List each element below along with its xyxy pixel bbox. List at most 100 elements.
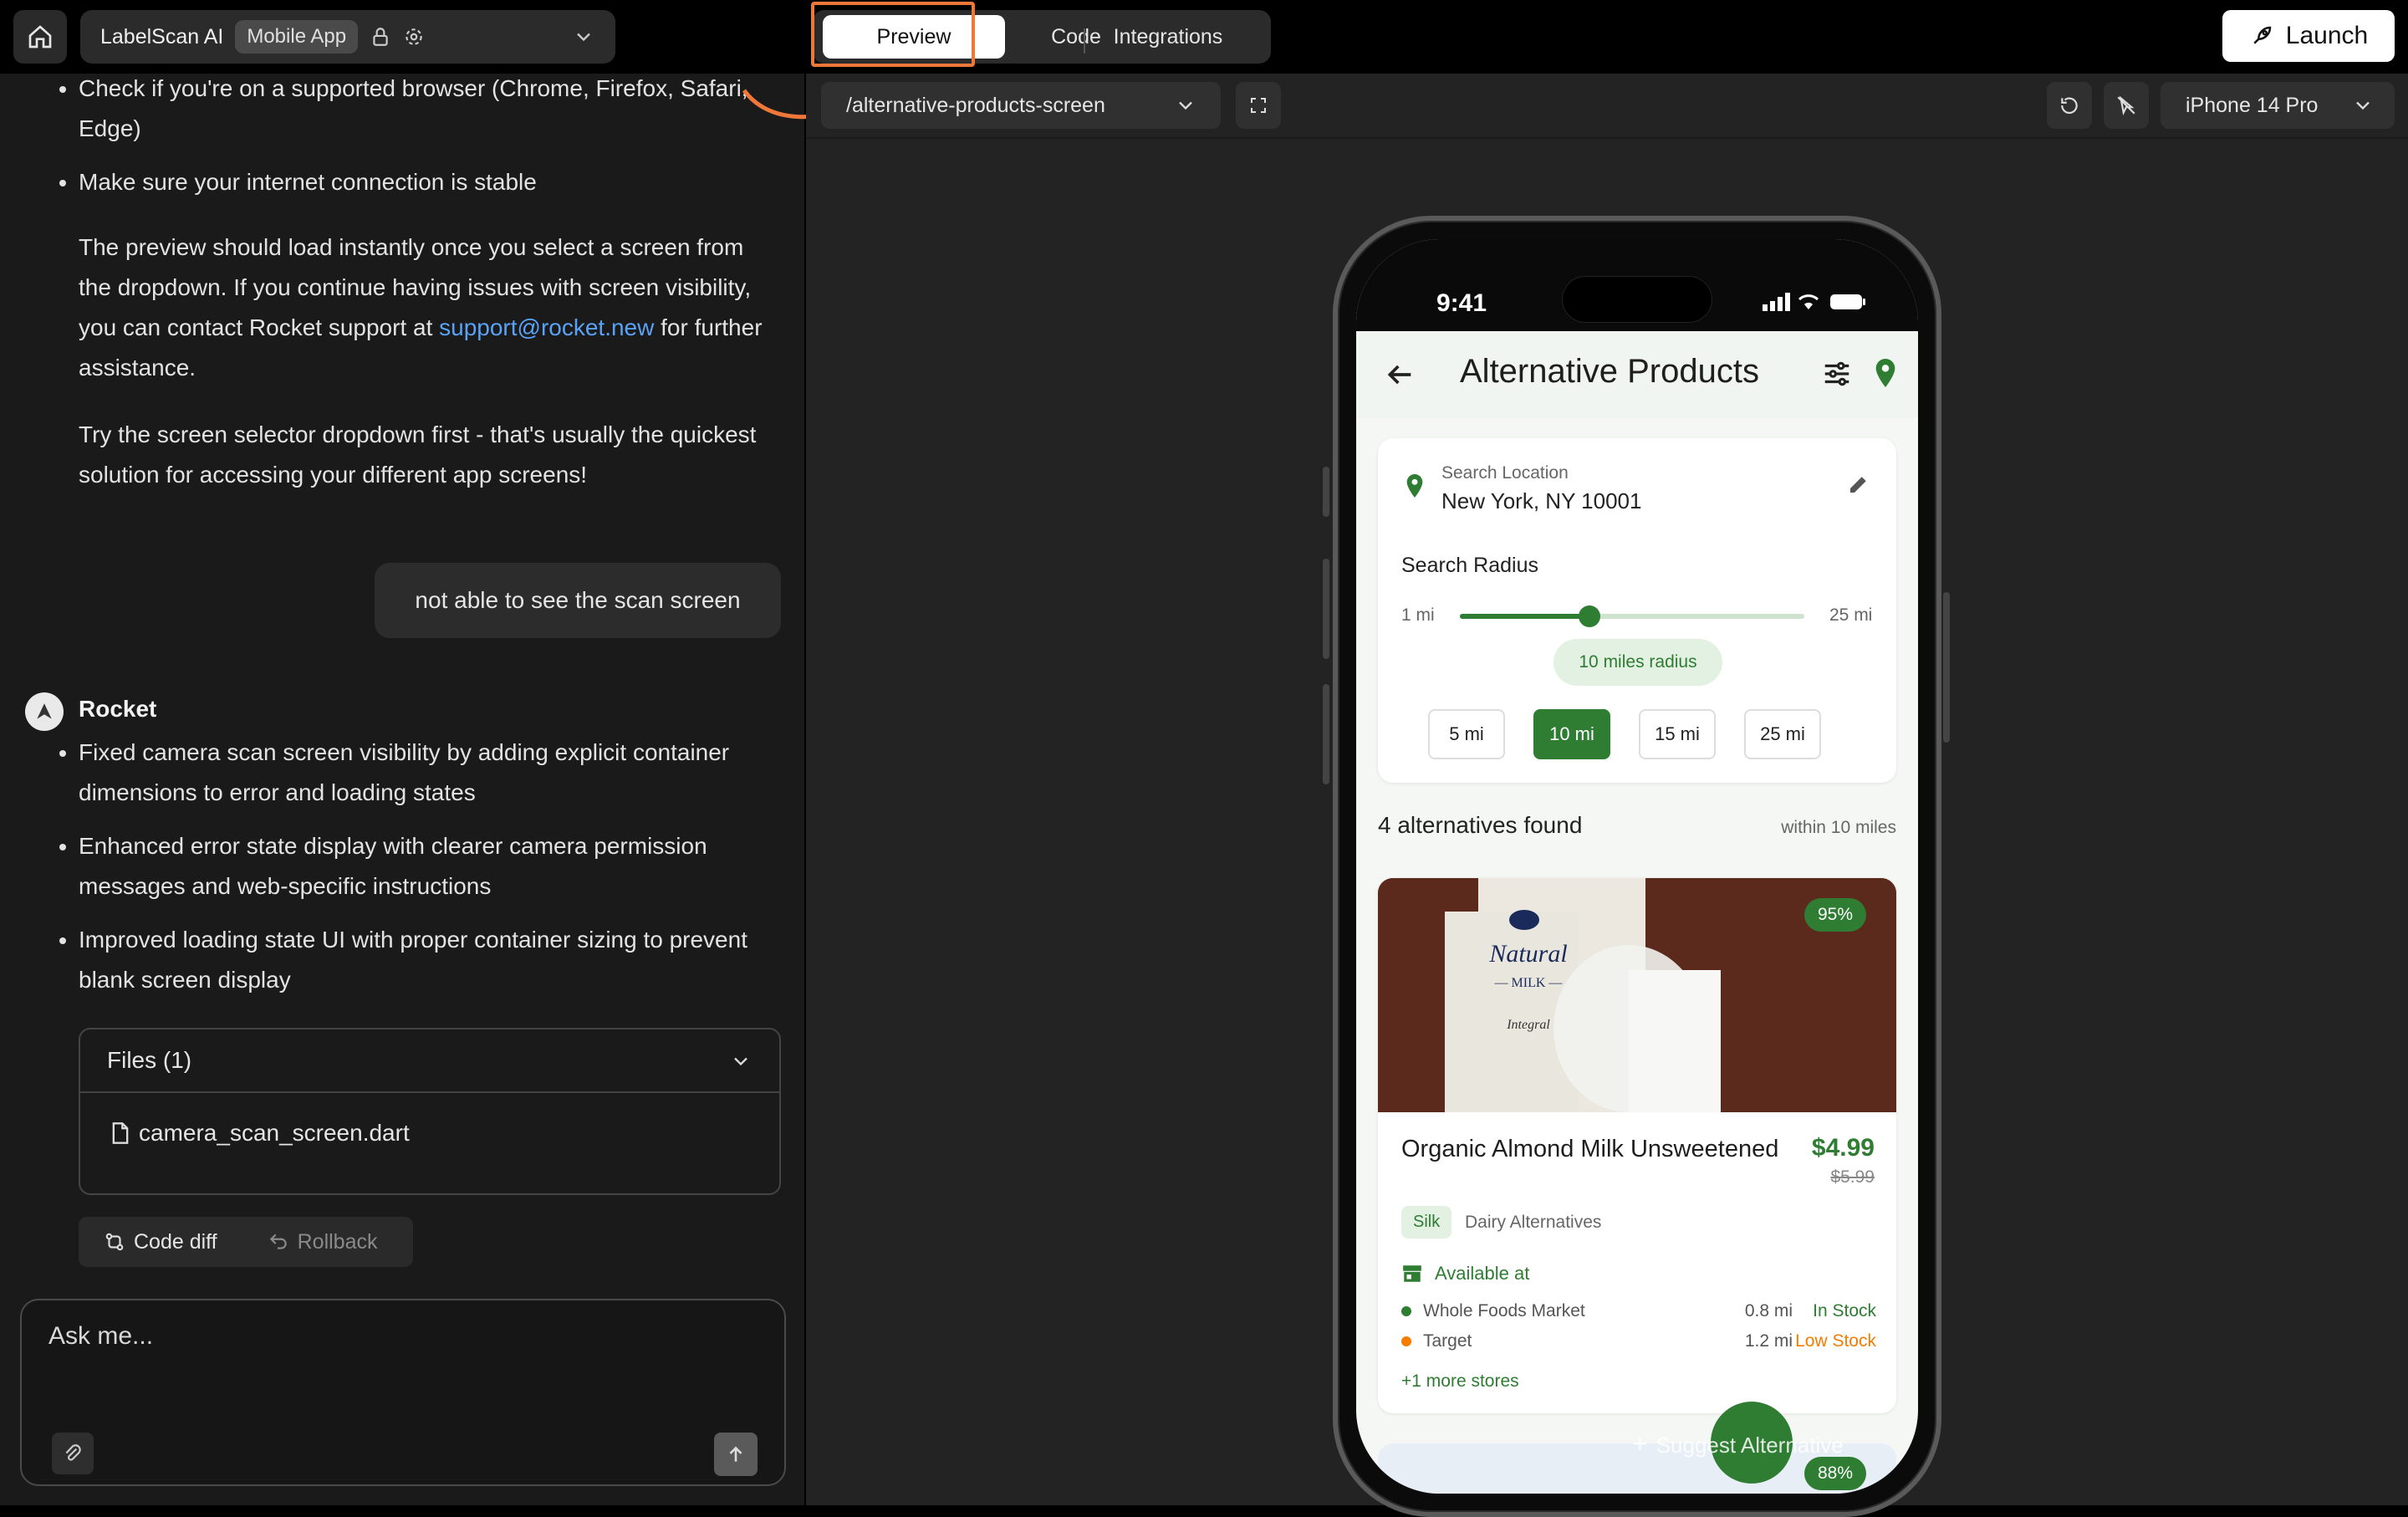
assistant-avatar: [25, 692, 64, 731]
files-header-label: Files (1): [107, 1047, 192, 1073]
home-icon: [28, 25, 52, 49]
status-bar: 9:41: [1356, 239, 1918, 331]
radius-option-15[interactable]: 15 mi: [1639, 709, 1716, 759]
chevron-down-icon[interactable]: [572, 25, 595, 49]
file-actions: Code diff Rollback: [79, 1217, 413, 1267]
phone-volume-down-button: [1323, 684, 1329, 784]
preview-toolbar: /alternative-products-screen iPhone 14 P…: [806, 74, 2408, 139]
rollback-button[interactable]: Rollback: [242, 1230, 403, 1254]
code-diff-label: Code diff: [134, 1229, 217, 1254]
product-old-price: $5.99: [1830, 1167, 1875, 1187]
search-radius-label: Search Radius: [1401, 554, 1538, 577]
attach-button[interactable]: [52, 1433, 94, 1474]
view-tabs: Preview Code Integrations: [813, 10, 1271, 64]
chat-paragraph: The preview should load instantly once y…: [79, 227, 781, 388]
project-selector[interactable]: LabelScan AI Mobile App: [80, 10, 615, 64]
radius-slider-fill: [1460, 614, 1589, 619]
route-value: /alternative-products-screen: [846, 93, 1105, 117]
screen-route-select[interactable]: /alternative-products-screen: [821, 82, 1221, 129]
search-location-value: New York, NY 10001: [1441, 488, 1642, 513]
fab-label: + Suggest Alternative: [1632, 1428, 1844, 1459]
edit-pencil-icon[interactable]: [1846, 472, 1871, 497]
results-count: 4 alternatives found: [1378, 812, 1583, 838]
lock-icon[interactable]: [370, 26, 391, 48]
filter-icon[interactable]: [1821, 358, 1853, 390]
wifi-icon: [1798, 294, 1819, 309]
more-stores-link[interactable]: +1 more stores: [1401, 1371, 1519, 1392]
launch-label: Launch: [2285, 22, 2369, 49]
screen-title: Alternative Products: [1460, 353, 1759, 390]
location-pin-icon[interactable]: [1871, 356, 1900, 390]
chat-input[interactable]: Ask me...: [20, 1299, 786, 1486]
radius-option-10[interactable]: 10 mi: [1533, 709, 1610, 759]
device-select[interactable]: iPhone 14 Pro: [2161, 82, 2395, 129]
phone-volume-up-button: [1323, 559, 1329, 659]
product-name: Organic Almond Milk Unsweetened: [1401, 1136, 1779, 1162]
back-arrow-icon[interactable]: [1383, 358, 1416, 391]
undo-icon: [269, 1234, 287, 1249]
results-radius: within 10 miles: [1781, 818, 1896, 837]
list-item: Fixed camera scan screen visibility by a…: [79, 733, 781, 813]
list-item: Enhanced error state display with cleare…: [79, 826, 781, 907]
search-location-label: Search Location: [1441, 463, 1569, 483]
store-dot: [1401, 1336, 1411, 1347]
product-card[interactable]: Natural — MILK — Integral 95% Organic Al…: [1378, 878, 1896, 1413]
tab-preview[interactable]: Preview: [823, 15, 1005, 59]
radius-slider-thumb[interactable]: [1578, 605, 1600, 627]
git-diff-icon: [105, 1233, 124, 1251]
gear-icon[interactable]: [403, 26, 425, 48]
status-time: 9:41: [1436, 289, 1487, 317]
fullscreen-button[interactable]: [1236, 82, 1281, 129]
slider-min-label: 1 mi: [1401, 605, 1435, 625]
chevron-down-icon: [2356, 101, 2370, 110]
select-element-button[interactable]: [2104, 82, 2149, 129]
user-message-bubble: not able to see the scan screen: [375, 563, 781, 638]
refresh-icon: [2061, 97, 2078, 115]
availability-label: Available at: [1435, 1263, 1530, 1284]
file-name: camera_scan_screen.dart: [139, 1120, 410, 1146]
home-button[interactable]: [13, 10, 67, 64]
radius-slider[interactable]: [1460, 605, 1804, 627]
tab-divider: [1084, 28, 1085, 54]
match-badge: 88%: [1804, 1457, 1867, 1490]
rocket-icon: [2253, 26, 2272, 44]
product-category: Dairy Alternatives: [1465, 1213, 1602, 1232]
signal-icon: [1763, 293, 1790, 311]
files-panel: Files (1) camera_scan_screen.dart: [79, 1028, 781, 1195]
store-name: Target: [1423, 1331, 1472, 1351]
radius-option-25[interactable]: 25 mi: [1744, 709, 1821, 759]
radius-options: 5 mi 10 mi 15 mi 25 mi: [1428, 709, 1821, 759]
assistant-name: Rocket: [79, 696, 157, 722]
stock-status: In Stock: [1813, 1301, 1876, 1320]
store-distance: 0.8 mi: [1744, 1301, 1793, 1320]
assistant-changes-list: Fixed camera scan screen visibility by a…: [79, 733, 781, 1014]
radius-option-5[interactable]: 5 mi: [1428, 709, 1505, 759]
list-item: Check if you're on a supported browser (…: [79, 74, 781, 149]
phone-mute-button: [1323, 467, 1329, 517]
store-name: Whole Foods Market: [1423, 1301, 1585, 1320]
file-item[interactable]: camera_scan_screen.dart: [80, 1093, 779, 1173]
code-diff-button[interactable]: Code diff: [79, 1230, 242, 1254]
launch-button[interactable]: Launch: [2222, 10, 2395, 62]
device-value: iPhone 14 Pro: [2186, 93, 2319, 117]
troubleshooting-list: Check if you're on a supported browser (…: [79, 74, 781, 216]
plus-icon: +: [1632, 1428, 1648, 1458]
refresh-button[interactable]: [2047, 82, 2092, 129]
paperclip-icon: [65, 1444, 81, 1461]
files-header[interactable]: Files (1): [80, 1029, 779, 1093]
chat-input-placeholder: Ask me...: [48, 1322, 154, 1350]
send-button[interactable]: [714, 1433, 758, 1476]
cursor-off-icon: [2117, 95, 2135, 116]
store-dot: [1401, 1306, 1411, 1317]
tab-integrations[interactable]: Integrations: [1089, 15, 1247, 59]
chevron-down-icon: [1179, 101, 1192, 110]
store-icon: [1403, 1265, 1421, 1282]
chat-paragraph: Try the screen selector dropdown first -…: [79, 421, 757, 488]
top-bar: LabelScan AI Mobile App Preview Code Int…: [0, 0, 2408, 74]
svg-text:Integral: Integral: [1506, 1018, 1550, 1032]
expand-icon: [1251, 98, 1266, 113]
rollback-label: Rollback: [297, 1229, 378, 1254]
store-distance: 1.2 mi: [1744, 1331, 1793, 1351]
support-email-link[interactable]: support@rocket.new: [439, 314, 654, 340]
stock-status: Low Stock: [1795, 1331, 1876, 1351]
